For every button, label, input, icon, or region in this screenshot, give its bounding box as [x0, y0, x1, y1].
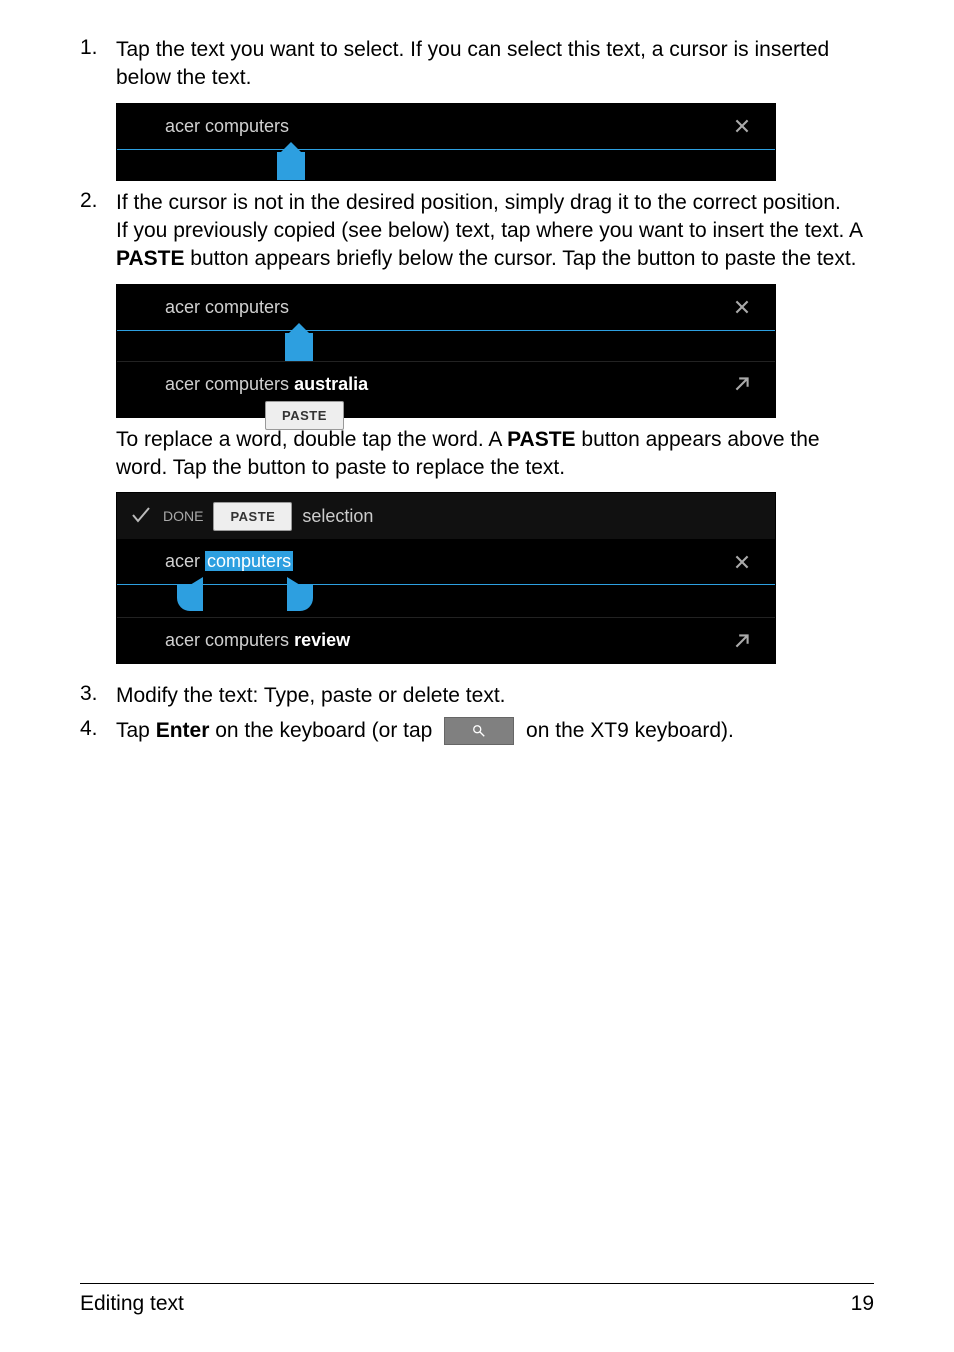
step-4-text: Tap Enter on the keyboard (or tap on the… [116, 717, 874, 745]
insert-suggestion-icon[interactable] [735, 377, 757, 391]
step-2: 2. If the cursor is not in the desired p… [80, 189, 874, 665]
step-2-number: 2. [80, 189, 98, 213]
footer-page-number: 19 [851, 1292, 874, 1316]
text-cursor-handle[interactable] [277, 152, 305, 180]
search-input-1[interactable]: acer computers [165, 116, 735, 137]
paste-button[interactable]: PASTE [213, 502, 292, 531]
search-input-3[interactable]: acer computers [165, 551, 735, 572]
done-check-icon[interactable] [129, 503, 153, 530]
step-4-number: 4. [80, 717, 98, 741]
selection-label: selection [302, 506, 373, 527]
done-label[interactable]: DONE [163, 508, 203, 524]
text-cursor-handle[interactable] [285, 333, 313, 361]
selection-handle-right[interactable] [287, 585, 313, 611]
insert-suggestion-icon[interactable] [735, 634, 757, 648]
suggestion-1[interactable]: acer computers australia [165, 374, 735, 395]
step-4: 4. Tap Enter on the keyboard (or tap on … [80, 717, 874, 745]
step-2-line1: If the cursor is not in the desired posi… [116, 189, 874, 217]
page-footer: Editing text 19 [80, 1283, 874, 1316]
step-1-number: 1. [80, 36, 98, 60]
step-2-line2: If you previously copied (see below) tex… [116, 217, 874, 274]
clear-icon[interactable] [735, 119, 757, 133]
screenshot-3: DONE PASTE selection acer computers [116, 492, 776, 664]
clear-icon[interactable] [735, 300, 757, 314]
step-3-text: Modify the text: Type, paste or delete t… [116, 682, 874, 710]
selected-text[interactable]: computers [205, 551, 293, 571]
search-key-icon[interactable] [444, 717, 514, 745]
step-3: 3. Modify the text: Type, paste or delet… [80, 682, 874, 710]
suggestion-1[interactable]: acer computers review [165, 630, 735, 651]
step-1: 1. Tap the text you want to select. If y… [80, 36, 874, 181]
paste-button[interactable]: PASTE [265, 401, 344, 430]
clear-icon[interactable] [735, 555, 757, 569]
selection-handle-left[interactable] [177, 585, 203, 611]
screenshot-2: acer computers acer computers australia [116, 284, 776, 418]
footer-section-title: Editing text [80, 1292, 184, 1316]
screenshot-1: acer computers [116, 103, 776, 181]
step-1-text: Tap the text you want to select. If you … [116, 36, 874, 93]
step-2-after: To replace a word, double tap the word. … [116, 426, 874, 483]
step-3-number: 3. [80, 682, 98, 706]
search-input-2[interactable]: acer computers [165, 297, 735, 318]
